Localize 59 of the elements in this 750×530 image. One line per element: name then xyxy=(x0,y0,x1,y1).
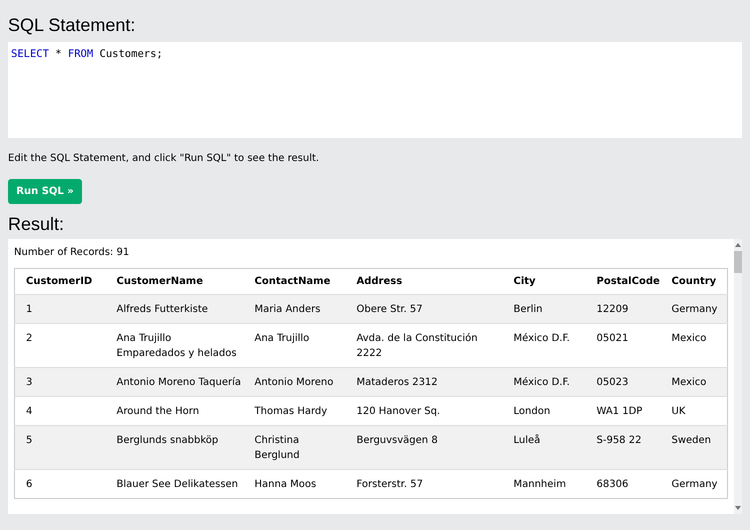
table-cell: 5 xyxy=(14,426,106,470)
table-cell: WA1 1DP xyxy=(586,396,660,426)
table-cell: Mexico xyxy=(660,368,728,396)
table-cell: 1 xyxy=(14,294,106,324)
table-cell: 05021 xyxy=(586,324,660,368)
table-cell: Sweden xyxy=(660,426,728,470)
table-cell: Maria Anders xyxy=(244,294,346,324)
table-cell: 6 xyxy=(14,470,106,498)
table-cell: 3 xyxy=(14,368,106,396)
table-cell: Antonio Moreno Taquería xyxy=(106,368,244,396)
record-count: Number of Records: 91 xyxy=(14,246,130,260)
table-cell: London xyxy=(502,396,586,426)
column-header: City xyxy=(502,268,586,294)
section-heading: SQL Statement: xyxy=(8,14,136,36)
table-cell: 05023 xyxy=(586,368,660,396)
column-header: Country xyxy=(660,268,728,294)
table-cell: 68306 xyxy=(586,470,660,498)
table-cell: Berlin xyxy=(502,294,586,324)
table-cell: Berglunds snabbköp xyxy=(106,426,244,470)
table-cell: México D.F. xyxy=(502,368,586,396)
scroll-up-icon[interactable] xyxy=(735,243,741,247)
table-cell: Christina Berglund xyxy=(244,426,346,470)
table-cell: México D.F. xyxy=(502,324,586,368)
table-cell: 4 xyxy=(14,396,106,426)
table-cell: Blauer See Delikatessen xyxy=(106,470,244,498)
table-cell: Ana Trujillo Emparedados y helados xyxy=(106,324,244,368)
instructions-text: Edit the SQL Statement, and click "Run SQL" to see the result. xyxy=(8,152,320,166)
scrollbar[interactable] xyxy=(734,239,742,514)
table-cell: 12209 xyxy=(586,294,660,324)
column-header: CustomerID xyxy=(14,268,106,294)
table-cell: Mannheim xyxy=(502,470,586,498)
table-cell: Around the Horn xyxy=(106,396,244,426)
column-header: Address xyxy=(346,268,502,294)
table-cell: Germany xyxy=(660,470,728,498)
column-header: CustomerName xyxy=(106,268,244,294)
table-cell: Ana Trujillo xyxy=(244,324,346,368)
table-cell: UK xyxy=(660,396,728,426)
table-cell: Forsterstr. 57 xyxy=(346,470,502,498)
table-cell: S-958 22 xyxy=(586,426,660,470)
table-cell: 120 Hanover Sq. xyxy=(346,396,502,426)
table-cell: Mexico xyxy=(660,324,728,368)
table-cell: Avda. de la Constitución 2222 xyxy=(346,324,502,368)
table-cell: Thomas Hardy xyxy=(244,396,346,426)
sql-editor[interactable]: SELECT * FROM Customers; xyxy=(8,42,742,138)
table-cell: Mataderos 2312 xyxy=(346,368,502,396)
column-header: ContactName xyxy=(244,268,346,294)
table-cell: Berguvsvägen 8 xyxy=(346,426,502,470)
scroll-down-icon[interactable] xyxy=(735,506,741,510)
table-cell: Hanna Moos xyxy=(244,470,346,498)
table-cell: Alfreds Futterkiste xyxy=(106,294,244,324)
table-cell: Germany xyxy=(660,294,728,324)
section-heading: Result: xyxy=(8,213,64,235)
sql-code: SELECT * FROM Customers; xyxy=(11,48,163,60)
table-cell: Obere Str. 57 xyxy=(346,294,502,324)
table-cell: 2 xyxy=(14,324,106,368)
scrollbar-thumb[interactable] xyxy=(734,251,742,273)
column-header: PostalCode xyxy=(586,268,660,294)
table-cell: Antonio Moreno xyxy=(244,368,346,396)
table-cell: Luleå xyxy=(502,426,586,470)
